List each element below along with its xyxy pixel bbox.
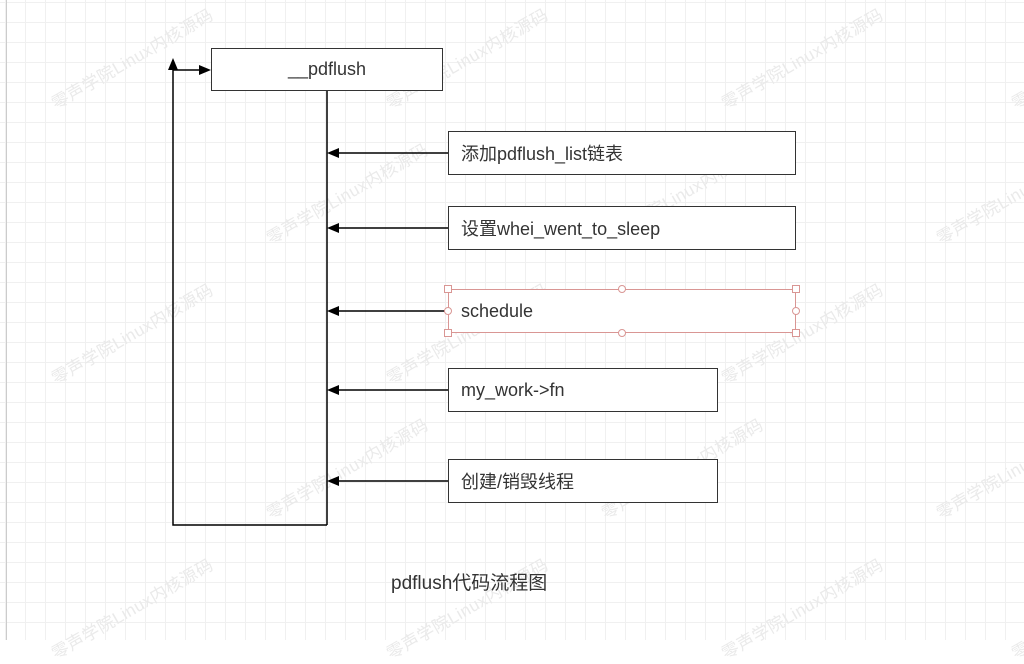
resize-handle-n[interactable] — [618, 285, 626, 293]
step-4-label: 创建/销毁线程 — [461, 468, 574, 494]
resize-handle-se[interactable] — [792, 329, 800, 337]
resize-handle-nw[interactable] — [444, 285, 452, 293]
watermark: 零声学院Linux内核源码 — [931, 411, 1024, 524]
watermark: 零声学院Linux内核源码 — [1006, 1, 1024, 114]
step-box-3[interactable]: my_work->fn — [448, 368, 718, 412]
resize-handle-ne[interactable] — [792, 285, 800, 293]
watermark: 零声学院Linux内核源码 — [46, 1, 217, 114]
watermark: 零声学院Linux内核源码 — [931, 136, 1024, 249]
top-box-pdflush[interactable]: __pdflush — [211, 48, 443, 91]
resize-handle-w[interactable] — [444, 307, 452, 315]
watermark: 零声学院Linux内核源码 — [1006, 551, 1024, 664]
watermark: 零声学院Linux内核源码 — [261, 136, 432, 249]
step-0-label: 添加pdflush_list链表 — [461, 140, 623, 166]
watermark: 零声学院Linux内核源码 — [46, 276, 217, 389]
watermark: 零声学院Linux内核源码 — [46, 551, 217, 664]
watermark: 零声学院Linux内核源码 — [261, 411, 432, 524]
top-box-label: __pdflush — [288, 59, 366, 80]
diagram-title: pdflush代码流程图 — [391, 568, 547, 595]
watermark: 零声学院Linux内核源码 — [716, 1, 887, 114]
watermark: 零声学院Linux内核源码 — [716, 551, 887, 664]
step-3-label: my_work->fn — [461, 380, 565, 401]
diagram-canvas[interactable]: 零声学院Linux内核源码零声学院Linux内核源码零声学院Linux内核源码零… — [0, 0, 1024, 640]
step-box-2-selected[interactable]: schedule — [448, 289, 796, 333]
resize-handle-s[interactable] — [618, 329, 626, 337]
step-1-label: 设置whei_went_to_sleep — [461, 215, 660, 241]
resize-handle-e[interactable] — [792, 307, 800, 315]
step-2-label: schedule — [461, 301, 533, 322]
resize-handle-sw[interactable] — [444, 329, 452, 337]
step-box-0[interactable]: 添加pdflush_list链表 — [448, 131, 796, 175]
step-box-1[interactable]: 设置whei_went_to_sleep — [448, 206, 796, 250]
step-box-4[interactable]: 创建/销毁线程 — [448, 459, 718, 503]
